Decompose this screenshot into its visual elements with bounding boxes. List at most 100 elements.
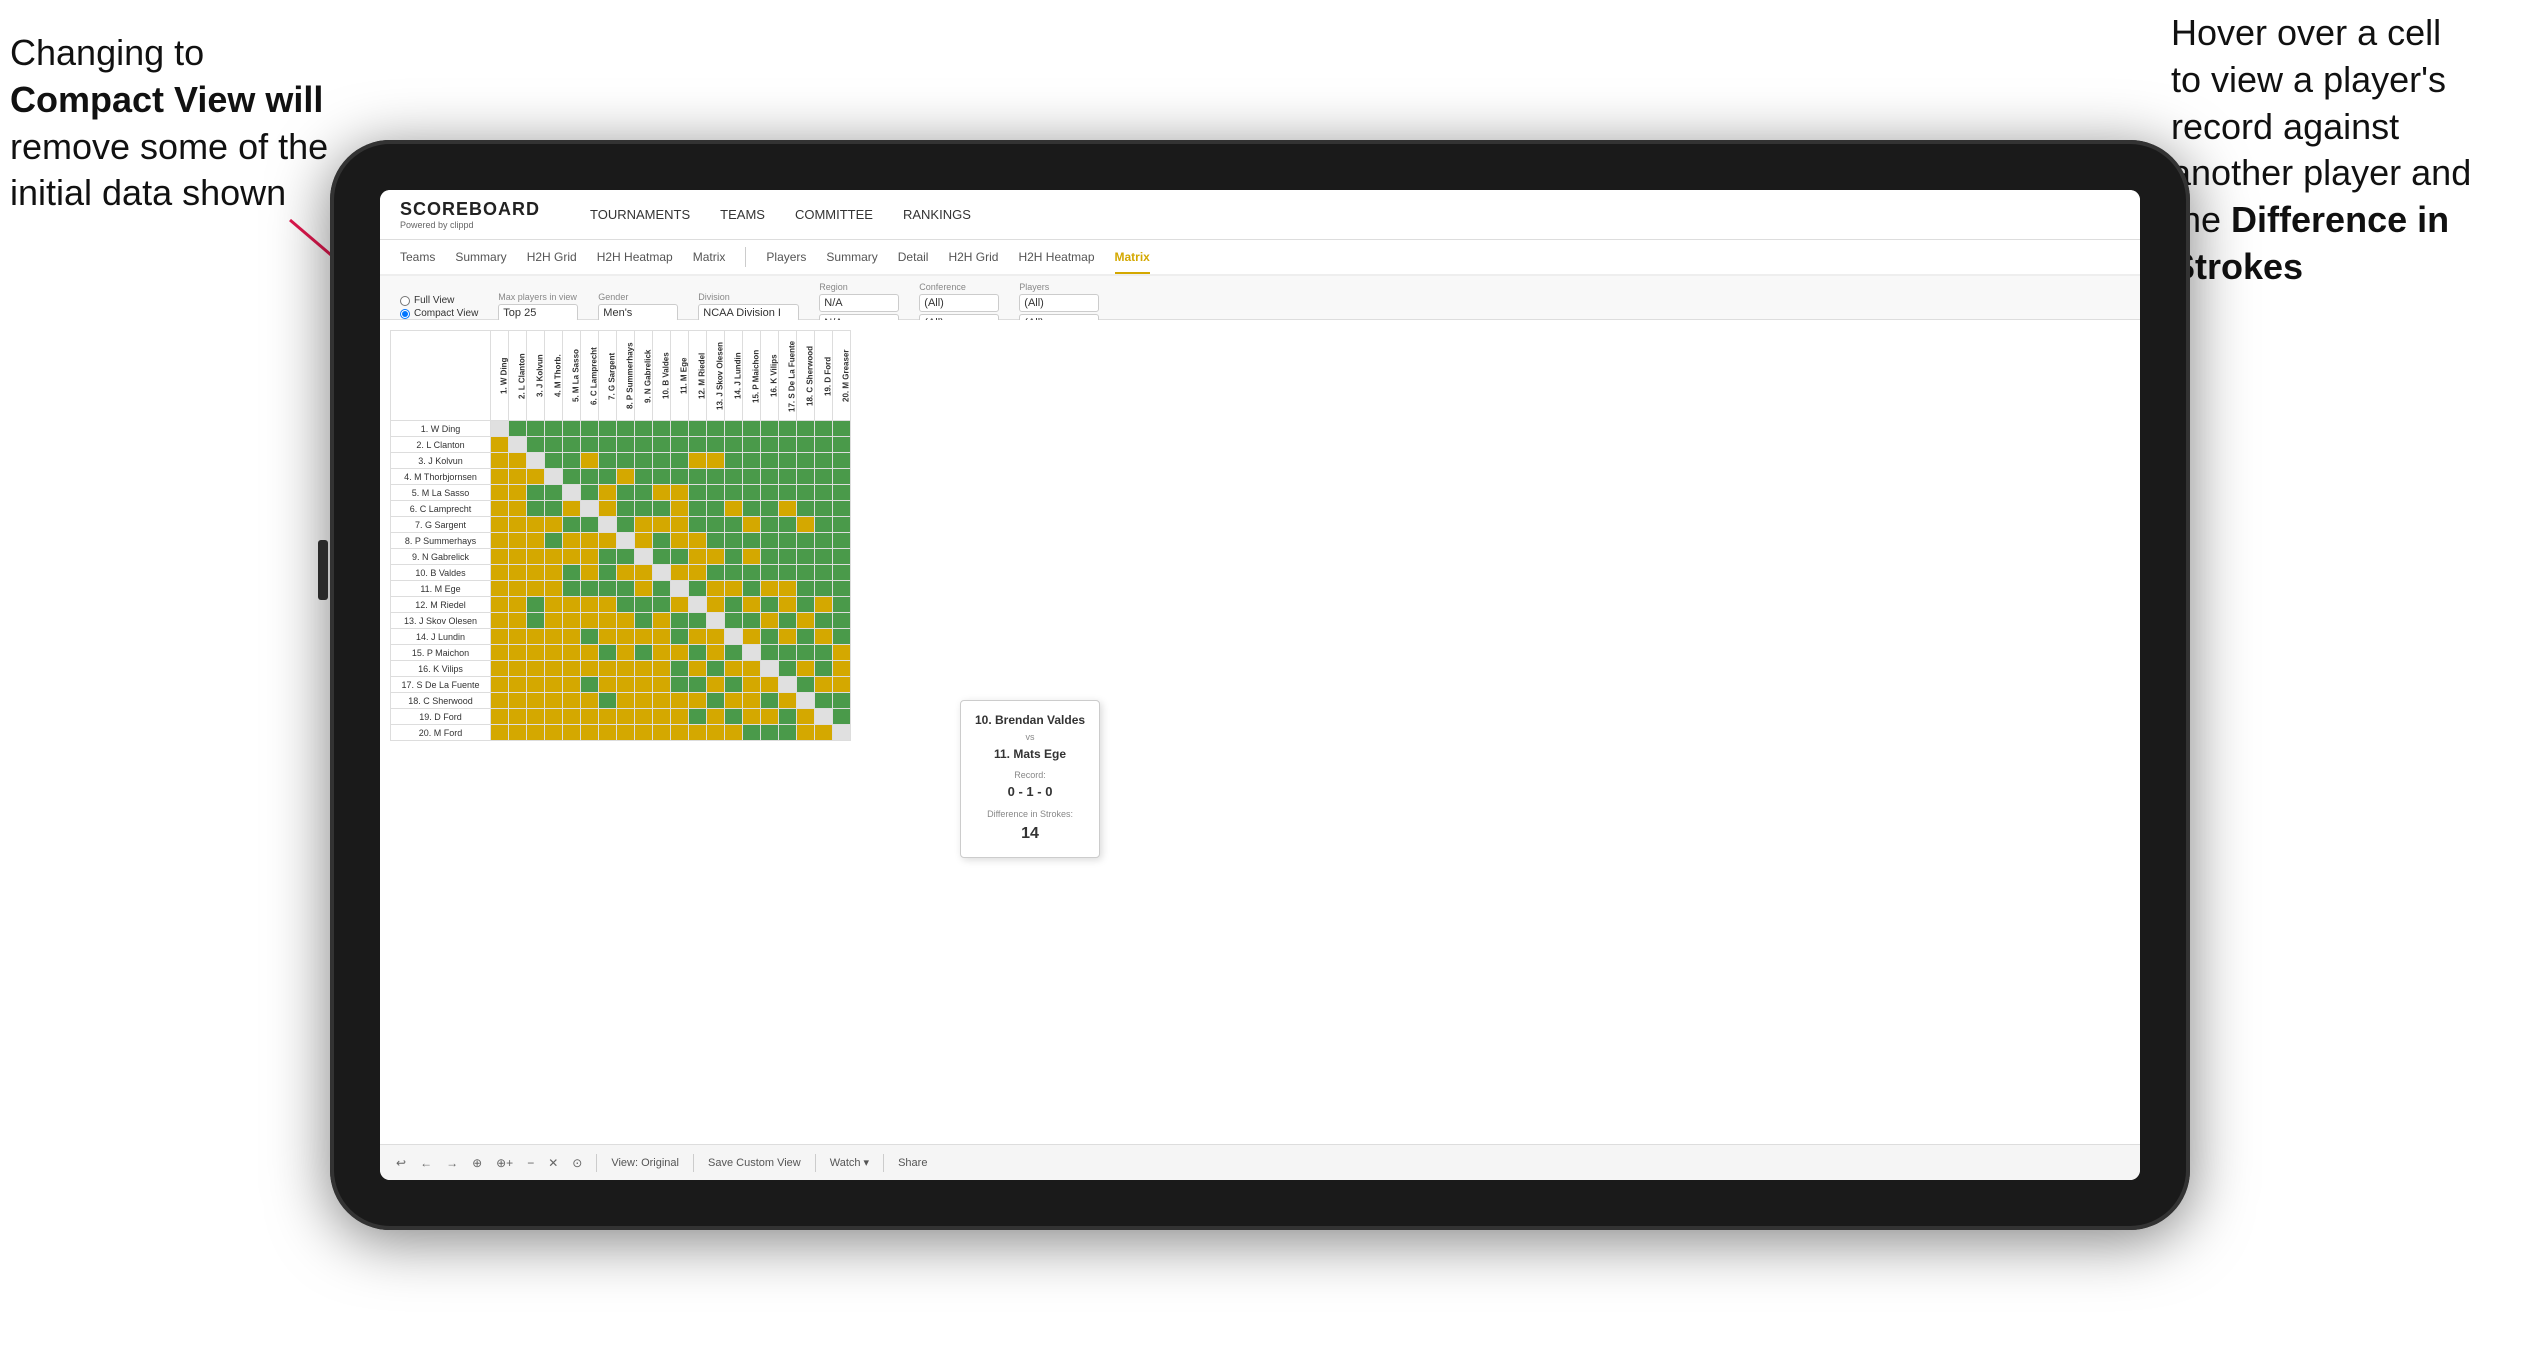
matrix-cell[interactable] bbox=[725, 709, 743, 725]
matrix-cell[interactable] bbox=[833, 469, 851, 485]
matrix-cell[interactable] bbox=[545, 581, 563, 597]
matrix-cell[interactable] bbox=[653, 485, 671, 501]
matrix-cell[interactable] bbox=[635, 613, 653, 629]
matrix-cell[interactable] bbox=[563, 709, 581, 725]
matrix-cell[interactable] bbox=[635, 549, 653, 565]
matrix-cell[interactable] bbox=[689, 693, 707, 709]
matrix-cell[interactable] bbox=[671, 613, 689, 629]
matrix-cell[interactable] bbox=[671, 549, 689, 565]
matrix-cell[interactable] bbox=[797, 549, 815, 565]
matrix-cell[interactable] bbox=[761, 469, 779, 485]
region-select-1[interactable]: N/A bbox=[819, 294, 899, 312]
matrix-cell[interactable] bbox=[527, 453, 545, 469]
matrix-cell[interactable] bbox=[635, 725, 653, 741]
matrix-cell[interactable] bbox=[671, 485, 689, 501]
matrix-cell[interactable] bbox=[779, 725, 797, 741]
matrix-cell[interactable] bbox=[779, 549, 797, 565]
matrix-cell[interactable] bbox=[689, 565, 707, 581]
matrix-cell[interactable] bbox=[671, 677, 689, 693]
matrix-cell[interactable] bbox=[635, 469, 653, 485]
matrix-cell[interactable] bbox=[689, 725, 707, 741]
matrix-cell[interactable] bbox=[599, 453, 617, 469]
matrix-cell[interactable] bbox=[815, 661, 833, 677]
matrix-cell[interactable] bbox=[833, 437, 851, 453]
matrix-cell[interactable] bbox=[599, 517, 617, 533]
matrix-cell[interactable] bbox=[509, 645, 527, 661]
matrix-cell[interactable] bbox=[563, 565, 581, 581]
matrix-cell[interactable] bbox=[545, 725, 563, 741]
matrix-cell[interactable] bbox=[707, 725, 725, 741]
matrix-cell[interactable] bbox=[509, 469, 527, 485]
matrix-cell[interactable] bbox=[599, 485, 617, 501]
matrix-cell[interactable] bbox=[599, 437, 617, 453]
matrix-cell[interactable] bbox=[491, 725, 509, 741]
matrix-cell[interactable] bbox=[779, 485, 797, 501]
matrix-cell[interactable] bbox=[815, 549, 833, 565]
matrix-cell[interactable] bbox=[509, 613, 527, 629]
matrix-cell[interactable] bbox=[563, 661, 581, 677]
matrix-cell[interactable] bbox=[581, 709, 599, 725]
matrix-cell[interactable] bbox=[617, 501, 635, 517]
matrix-cell[interactable] bbox=[761, 501, 779, 517]
matrix-cell[interactable] bbox=[527, 485, 545, 501]
matrix-cell[interactable] bbox=[599, 725, 617, 741]
matrix-cell[interactable] bbox=[815, 677, 833, 693]
matrix-cell[interactable] bbox=[725, 453, 743, 469]
matrix-cell[interactable] bbox=[797, 613, 815, 629]
matrix-cell[interactable] bbox=[527, 613, 545, 629]
matrix-cell[interactable] bbox=[689, 501, 707, 517]
matrix-cell[interactable] bbox=[653, 549, 671, 565]
matrix-cell[interactable] bbox=[779, 501, 797, 517]
matrix-cell[interactable] bbox=[527, 645, 545, 661]
subnav-detail[interactable]: Detail bbox=[898, 242, 929, 274]
matrix-cell[interactable] bbox=[527, 725, 545, 741]
matrix-cell[interactable] bbox=[707, 661, 725, 677]
matrix-cell[interactable] bbox=[671, 581, 689, 597]
matrix-cell[interactable] bbox=[671, 709, 689, 725]
matrix-cell[interactable] bbox=[779, 693, 797, 709]
matrix-cell[interactable] bbox=[581, 517, 599, 533]
matrix-cell[interactable] bbox=[491, 517, 509, 533]
matrix-cell[interactable] bbox=[797, 485, 815, 501]
matrix-cell[interactable] bbox=[797, 517, 815, 533]
matrix-cell[interactable] bbox=[545, 549, 563, 565]
matrix-cell[interactable] bbox=[725, 501, 743, 517]
matrix-cell[interactable] bbox=[509, 549, 527, 565]
matrix-cell[interactable] bbox=[815, 437, 833, 453]
matrix-cell[interactable] bbox=[689, 581, 707, 597]
matrix-cell[interactable] bbox=[797, 421, 815, 437]
matrix-cell[interactable] bbox=[725, 549, 743, 565]
matrix-cell[interactable] bbox=[545, 661, 563, 677]
matrix-cell[interactable] bbox=[617, 597, 635, 613]
matrix-cell[interactable] bbox=[833, 485, 851, 501]
matrix-cell[interactable] bbox=[563, 453, 581, 469]
matrix-cell[interactable] bbox=[707, 421, 725, 437]
matrix-cell[interactable] bbox=[635, 677, 653, 693]
matrix-cell[interactable] bbox=[617, 517, 635, 533]
matrix-cell[interactable] bbox=[833, 725, 851, 741]
matrix-cell[interactable] bbox=[545, 485, 563, 501]
matrix-cell[interactable] bbox=[779, 421, 797, 437]
matrix-cell[interactable] bbox=[635, 597, 653, 613]
matrix-cell[interactable] bbox=[581, 469, 599, 485]
matrix-cell[interactable] bbox=[527, 581, 545, 597]
matrix-cell[interactable] bbox=[707, 469, 725, 485]
matrix-cell[interactable] bbox=[491, 469, 509, 485]
matrix-cell[interactable] bbox=[671, 533, 689, 549]
matrix-cell[interactable] bbox=[725, 565, 743, 581]
matrix-cell[interactable] bbox=[671, 725, 689, 741]
matrix-cell[interactable] bbox=[617, 709, 635, 725]
matrix-cell[interactable] bbox=[635, 645, 653, 661]
matrix-cell[interactable] bbox=[491, 533, 509, 549]
matrix-cell[interactable] bbox=[509, 453, 527, 469]
matrix-cell[interactable] bbox=[797, 437, 815, 453]
matrix-cell[interactable] bbox=[815, 453, 833, 469]
matrix-cell[interactable] bbox=[779, 597, 797, 613]
matrix-cell[interactable] bbox=[779, 629, 797, 645]
matrix-cell[interactable] bbox=[707, 677, 725, 693]
matrix-cell[interactable] bbox=[725, 693, 743, 709]
matrix-cell[interactable] bbox=[689, 469, 707, 485]
matrix-cell[interactable] bbox=[617, 645, 635, 661]
matrix-cell[interactable] bbox=[563, 613, 581, 629]
matrix-cell[interactable] bbox=[617, 693, 635, 709]
